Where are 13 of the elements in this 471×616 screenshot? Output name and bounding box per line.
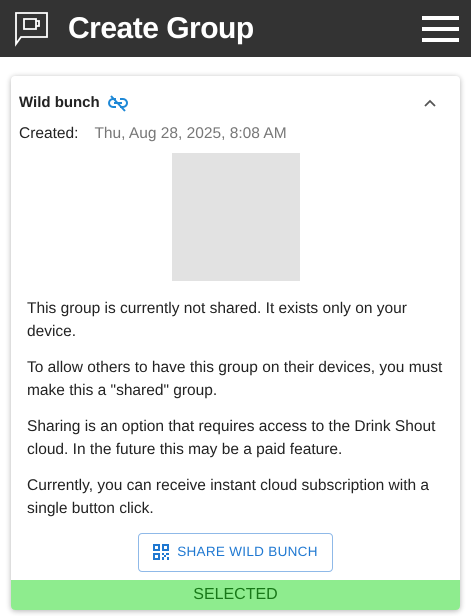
- info-paragraph: This group is currently not shared. It exists only on your device.: [27, 299, 408, 342]
- selected-status-bar: SELECTED: [11, 580, 460, 610]
- info-paragraph: Currently, you can receive instant cloud subscription with a single button click.: [27, 476, 430, 520]
- share-button[interactable]: SHARE WILD BUNCH: [138, 533, 333, 572]
- info-paragraph: Sharing is an option that requires access to the Drink Shout cloud. In the future this may be a paid feature.: [27, 417, 436, 460]
- group-name: Wild bunch: [19, 92, 100, 113]
- chevron-up-icon[interactable]: [424, 99, 436, 107]
- info-paragraph: To allow others to have this group on their devices, you must make this a "shared" group.: [27, 358, 444, 402]
- created-date: Thu, Aug 28, 2025, 8:08 AM: [94, 124, 287, 144]
- created-label: Created:: [19, 124, 78, 144]
- menu-icon[interactable]: [422, 16, 459, 42]
- page-title: Create Group: [68, 14, 254, 44]
- qr-code-icon: [153, 544, 170, 560]
